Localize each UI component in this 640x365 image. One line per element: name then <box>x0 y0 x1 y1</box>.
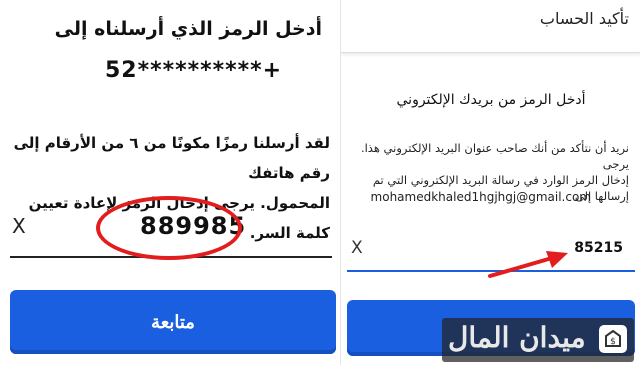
svg-text:$: $ <box>610 337 616 347</box>
highlight-circle <box>96 196 242 260</box>
instruction-line-1: نريد أن نتأكد من أنك صاحب عنوان البريد ا… <box>360 141 629 171</box>
header-bar: تأكيد الحساب <box>341 0 640 53</box>
email-address: mohamedkhaled1hgjhgj@gmail.com <box>370 190 591 204</box>
logo-icon: $ <box>599 325 627 353</box>
clear-icon[interactable]: X <box>351 238 363 258</box>
email-code-panel: تأكيد الحساب أدخل الرمز من بريدك الإلكتر… <box>340 0 640 365</box>
sms-code-panel: أدخل الرمز الذي أرسلناه إلى 52**********… <box>0 0 340 365</box>
arrow-icon <box>488 251 568 278</box>
section-title: أدخل الرمز من بريدك الإلكتروني <box>396 92 586 108</box>
instruction-line-1: لقد أرسلنا رمزًا مكونًا من ٦ من الأرقام … <box>13 134 330 182</box>
watermark-text: ميدان المال <box>448 321 586 354</box>
code-input-value: 85215 <box>574 240 623 256</box>
header-title: تأكيد الحساب <box>539 9 629 28</box>
watermark: ميدان المال $ <box>442 318 634 362</box>
page-title: أدخل الرمز الذي أرسلناه إلى <box>54 18 322 40</box>
continue-button[interactable]: متابعة <box>10 290 336 354</box>
clear-icon[interactable]: X <box>12 214 26 238</box>
masked-phone-number: 52**********+ <box>105 58 283 83</box>
